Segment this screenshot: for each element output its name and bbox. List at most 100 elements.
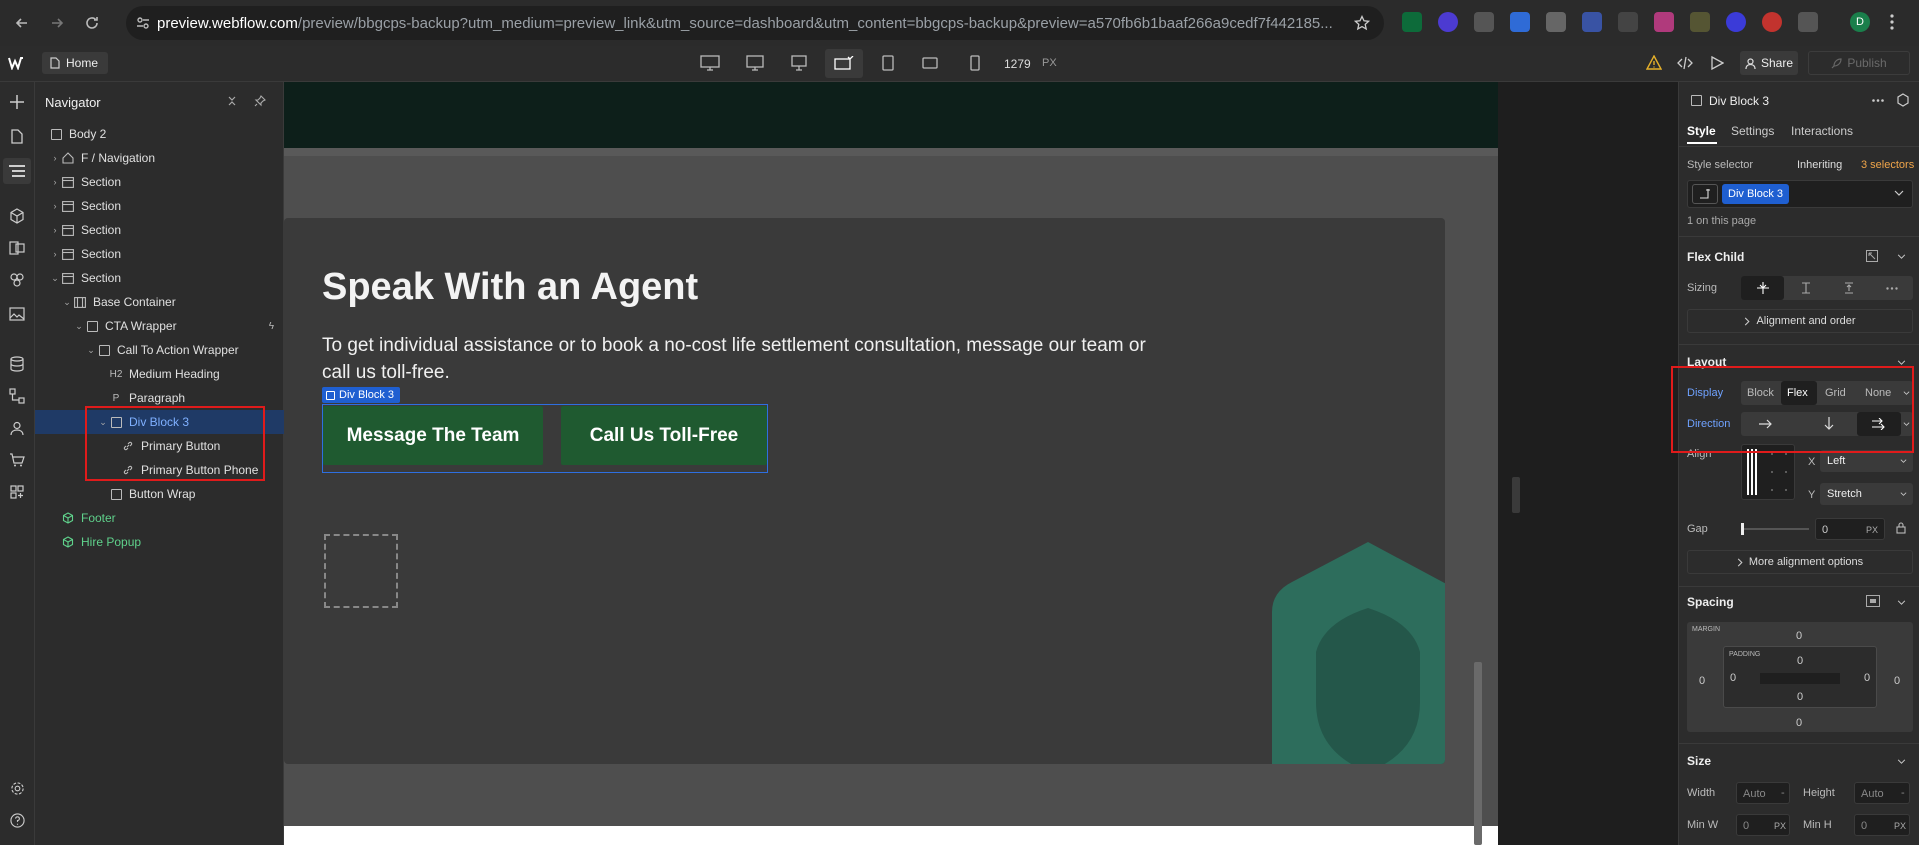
cms-icon[interactable]: [7, 354, 27, 374]
flex-child-chevron-icon[interactable]: [1897, 254, 1906, 259]
style-manager-icon[interactable]: [7, 270, 27, 290]
navigator-item[interactable]: H2 Medium Heading: [35, 362, 284, 386]
expand-toggle-icon[interactable]: ⌄: [85, 345, 97, 356]
extension-gradient-icon[interactable]: [1654, 12, 1674, 32]
extension-crown-icon[interactable]: [1474, 12, 1494, 32]
extension-color-icon[interactable]: [1762, 12, 1782, 32]
extension-gear-icon[interactable]: [1726, 12, 1746, 32]
spacing-settings-icon[interactable]: [1866, 595, 1880, 607]
gap-lock-icon[interactable]: [1896, 522, 1906, 534]
profile-avatar[interactable]: D: [1850, 12, 1870, 32]
min-height-input[interactable]: 0 PX: [1854, 814, 1910, 836]
margin-top-value[interactable]: 0: [1796, 630, 1802, 642]
expand-toggle-icon[interactable]: ⌄: [73, 321, 85, 332]
align-y-select[interactable]: Stretch: [1820, 483, 1913, 505]
page-selector-button[interactable]: Home: [42, 52, 109, 74]
share-button[interactable]: Share: [1740, 51, 1798, 75]
navigator-item[interactable]: Body 2: [35, 122, 284, 146]
back-icon[interactable]: [10, 11, 34, 35]
apps-icon[interactable]: [7, 482, 27, 502]
sizing-grow-icon[interactable]: [1784, 276, 1827, 300]
expand-toggle-icon[interactable]: ⌄: [49, 273, 61, 284]
variables-icon[interactable]: [7, 238, 27, 258]
tab-settings[interactable]: Settings: [1731, 124, 1774, 138]
users-icon[interactable]: [7, 418, 27, 438]
expand-toggle-icon[interactable]: ›: [49, 249, 61, 259]
canvas-width-value[interactable]: 1279: [1004, 57, 1031, 71]
margin-left-value[interactable]: 0: [1699, 675, 1705, 687]
gap-input[interactable]: 0 PX: [1815, 518, 1885, 540]
component-icon[interactable]: [1896, 93, 1910, 107]
breakpoint-desktop-base-icon[interactable]: [825, 49, 863, 78]
button-wrap-placeholder[interactable]: [324, 534, 398, 608]
margin-box[interactable]: MARGIN 0 0 0 0 PADDING 0 0 0 0: [1687, 622, 1913, 732]
design-canvas[interactable]: Speak With an Agent To get individual as…: [284, 82, 1520, 845]
canvas-resize-handle[interactable]: [1512, 477, 1520, 513]
more-options-icon[interactable]: [1872, 99, 1884, 102]
code-export-icon[interactable]: [1677, 56, 1693, 70]
components-icon[interactable]: [7, 206, 27, 226]
pin-icon[interactable]: [254, 95, 266, 107]
publish-button[interactable]: Publish: [1808, 51, 1910, 75]
gap-slider-track[interactable]: [1741, 528, 1809, 530]
bookmark-star-icon[interactable]: [1354, 15, 1370, 31]
webflow-logo-icon[interactable]: [8, 56, 26, 70]
div-block-3[interactable]: Message The Team Call Us Toll-Free: [322, 404, 768, 473]
min-width-input[interactable]: 0 PX: [1736, 814, 1790, 836]
navigator-item[interactable]: Button Wrap: [35, 482, 284, 506]
collapse-all-icon[interactable]: [227, 96, 237, 106]
margin-bottom-value[interactable]: 0: [1796, 717, 1802, 729]
pages-icon[interactable]: [7, 126, 27, 146]
breakpoint-desktop-medium-icon[interactable]: [746, 55, 764, 71]
extensions-puzzle-icon[interactable]: [1798, 12, 1818, 32]
add-elements-icon[interactable]: [7, 92, 27, 112]
assets-icon[interactable]: [7, 304, 27, 324]
extension-camera-icon[interactable]: [1546, 12, 1566, 32]
alignment-order-button[interactable]: Alignment and order: [1687, 309, 1913, 333]
message-team-button[interactable]: Message The Team: [323, 406, 543, 465]
warning-icon[interactable]: [1646, 55, 1662, 70]
expand-toggle-icon[interactable]: ›: [49, 225, 61, 235]
layout-chevron-icon[interactable]: [1897, 360, 1906, 365]
selector-chevron-icon[interactable]: [1894, 190, 1904, 196]
help-icon[interactable]: [7, 810, 27, 830]
extension-star-icon[interactable]: [1582, 12, 1602, 32]
navigator-item[interactable]: ⌄ Base Container: [35, 290, 284, 314]
breakpoint-desktop-large-icon[interactable]: [700, 55, 720, 71]
address-bar[interactable]: preview.webflow.com/preview/bbgcps-backu…: [126, 6, 1384, 40]
sizing-shrink-icon[interactable]: [1741, 276, 1784, 300]
size-chevron-icon[interactable]: [1897, 759, 1906, 764]
padding-box[interactable]: PADDING 0 0 0 0: [1723, 646, 1877, 708]
extension-tool-icon[interactable]: [1690, 12, 1710, 32]
settings-gear-icon[interactable]: [7, 778, 27, 798]
tab-style[interactable]: Style: [1687, 124, 1716, 138]
padding-bottom-value[interactable]: 0: [1797, 691, 1803, 703]
canvas-scrollbar[interactable]: [1474, 662, 1482, 845]
padding-top-value[interactable]: 0: [1797, 655, 1803, 667]
selected-element-tag[interactable]: Div Block 3: [322, 387, 401, 403]
navigator-item[interactable]: › Section: [35, 218, 284, 242]
breakpoint-desktop-small-icon[interactable]: [790, 55, 808, 71]
padding-left-value[interactable]: 0: [1730, 672, 1736, 684]
breakpoint-mobile-landscape-icon[interactable]: [922, 57, 938, 69]
gap-slider-handle[interactable]: [1741, 523, 1744, 535]
extension-grid-icon[interactable]: [1618, 12, 1638, 32]
browser-menu-icon[interactable]: [1890, 14, 1894, 30]
selector-add-icon[interactable]: [1692, 184, 1718, 204]
ecommerce-icon[interactable]: [7, 450, 27, 470]
selector-chip[interactable]: Div Block 3: [1722, 184, 1790, 204]
expand-toggle-icon[interactable]: ›: [49, 153, 61, 163]
spacing-chevron-icon[interactable]: [1897, 600, 1906, 605]
margin-right-value[interactable]: 0: [1894, 675, 1900, 687]
forward-icon[interactable]: [45, 11, 69, 35]
call-toll-free-button[interactable]: Call Us Toll-Free: [561, 406, 767, 465]
navigator-item[interactable]: › F / Navigation: [35, 146, 284, 170]
navigator-item[interactable]: ⌄ CTA Wrapper ϟ: [35, 314, 284, 338]
tab-interactions[interactable]: Interactions: [1791, 124, 1853, 138]
expand-toggle-icon[interactable]: ›: [49, 177, 61, 187]
selectors-count[interactable]: 3 selectors: [1861, 159, 1914, 171]
site-info-icon[interactable]: [136, 16, 150, 30]
breakpoint-mobile-portrait-icon[interactable]: [970, 55, 980, 71]
navigator-item[interactable]: › Section: [35, 242, 284, 266]
reload-icon[interactable]: [80, 11, 104, 35]
